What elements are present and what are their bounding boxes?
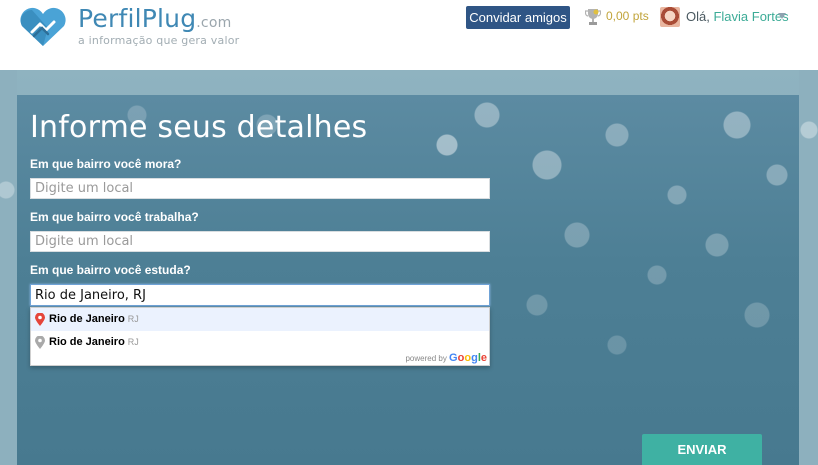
brand-main-text: PerfilPlug [78, 4, 197, 33]
perfilplug-logo-icon[interactable] [18, 6, 68, 48]
autocomplete-suggestion[interactable]: Rio de Janeiro RJ [31, 331, 489, 354]
home-neighborhood-label: Em que bairro você mora? [30, 157, 182, 171]
home-neighborhood-input[interactable] [30, 178, 490, 199]
autocomplete-suggestion[interactable]: Rio de Janeiro RJ [31, 308, 489, 331]
suggestion-secondary-text: RJ [127, 314, 139, 324]
greeting-prefix: Olá, [686, 9, 714, 24]
background-left-strip [0, 70, 17, 465]
chevron-down-icon[interactable] [778, 13, 786, 19]
suggestion-secondary-text: RJ [127, 337, 139, 347]
brand-name[interactable]: PerfilPlug.com [78, 4, 231, 33]
map-pin-icon [35, 313, 45, 326]
study-neighborhood-label: Em que bairro você estuda? [30, 263, 191, 277]
details-form-panel [17, 95, 799, 465]
trophy-icon [585, 9, 601, 25]
work-neighborhood-input[interactable] [30, 231, 490, 252]
invite-friends-button[interactable]: Convidar amigos [466, 6, 570, 29]
suggestion-main-text: Rio de Janeiro [49, 313, 125, 325]
brand-suffix-text: .com [196, 15, 232, 31]
work-neighborhood-label: Em que bairro você trabalha? [30, 210, 199, 224]
brand-tagline: a informação que gera valor [78, 34, 240, 47]
powered-by-text: powered by [405, 354, 447, 363]
background-right-strip [799, 70, 818, 465]
powered-by-google: powered by Google [405, 352, 487, 364]
user-avatar[interactable] [660, 7, 680, 27]
suggestion-main-text: Rio de Janeiro [49, 336, 125, 348]
submit-button[interactable]: ENVIAR [642, 434, 762, 465]
user-greeting[interactable]: Olá, Flavia Fortes [686, 9, 789, 24]
autocomplete-dropdown: Rio de Janeiro RJ Rio de Janeiro RJ powere… [30, 307, 490, 366]
study-neighborhood-input[interactable] [30, 284, 490, 306]
points-balance: 0,00 pts [606, 9, 649, 23]
google-logo-text: Google [449, 352, 487, 364]
map-pin-icon [35, 336, 45, 349]
top-header: PerfilPlug.com a informação que gera val… [0, 0, 818, 70]
page-title: Informe seus detalhes [30, 110, 368, 145]
